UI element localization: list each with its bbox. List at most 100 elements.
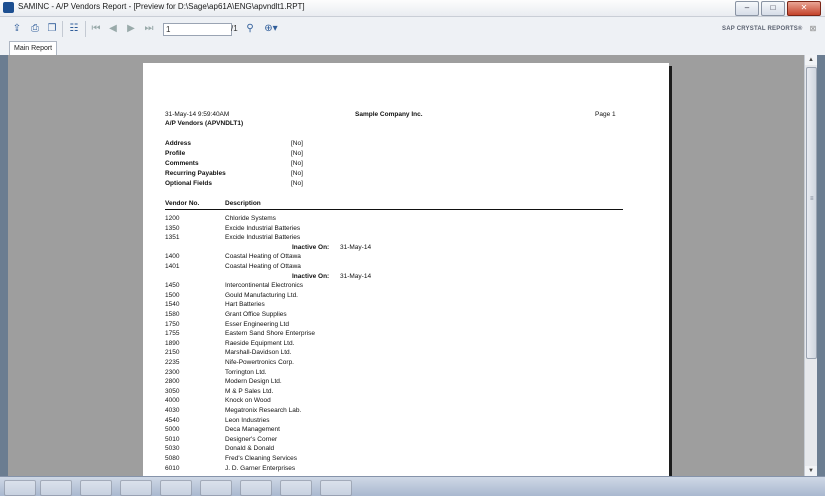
inactive-label: Inactive On:: [292, 243, 330, 251]
inactive-date: 31-May-14: [340, 272, 372, 280]
scroll-up-icon[interactable]: ▲: [805, 55, 817, 65]
close-button[interactable]: ✕: [787, 1, 821, 16]
option-value: [No]: [291, 180, 303, 187]
vendor-number: 5000: [165, 426, 180, 434]
vendor-number: 1890: [165, 339, 180, 347]
vendor-description: Grant Office Supplies: [225, 311, 287, 318]
vendor-description: Coastal Heating of Ottawa: [225, 253, 301, 261]
app-icon: [3, 2, 14, 13]
vendor-number: 1755: [165, 330, 180, 338]
vendor-description: Excide Industrial Batteries: [225, 224, 301, 232]
vendor-number: 4000: [165, 397, 180, 405]
vendor-number: 1500: [165, 291, 180, 299]
vendor-description: Chloride Systems: [225, 215, 276, 222]
vendor-description: Hart Batteries: [225, 301, 265, 309]
vendor-description: Torrington Ltd.: [225, 368, 267, 376]
window-title: SAMINC - A/P Vendors Report - [Preview f…: [18, 2, 305, 11]
option-label: Address: [165, 140, 192, 147]
vendor-description: Modern Design Ltd.: [225, 378, 282, 386]
taskbar-item[interactable]: [4, 480, 36, 496]
page-total: /1: [231, 24, 238, 33]
vendor-description: Gould Manufacturing Ltd.: [225, 291, 298, 299]
option-value: [No]: [291, 160, 303, 167]
zoom-icon[interactable]: ⊕▾: [261, 22, 281, 35]
find-icon[interactable]: ⚲: [243, 22, 257, 35]
report-title: A/P Vendors (APVNDLT1): [165, 120, 244, 127]
first-page-icon[interactable]: ⏮: [89, 22, 103, 35]
vendor-description: Megatronix Research Lab.: [225, 407, 302, 414]
vendor-description: Knock on Wood: [225, 397, 271, 405]
vendor-number: 1401: [165, 263, 180, 270]
vendor-description: Eastern Sand Shore Enterprise: [225, 330, 315, 338]
vendor-description: M & P Sales Ltd.: [225, 387, 274, 395]
vendor-number: 1750: [165, 320, 180, 328]
taskbar-item[interactable]: [320, 480, 352, 496]
vendor-number: 1450: [165, 282, 180, 290]
maximize-button[interactable]: □: [761, 1, 785, 16]
report-datetime: 31-May-14 9:59:40AM: [165, 111, 230, 118]
vendor-description: Raeside Equipment Ltd.: [225, 339, 295, 347]
vendor-description: Esser Engineering Ltd: [225, 320, 289, 328]
option-value: [No]: [291, 140, 303, 147]
vendor-number: 1400: [165, 253, 180, 261]
vendor-description: Nife-Powertronics Corp.: [225, 359, 294, 366]
copy-icon[interactable]: ❐: [45, 22, 59, 35]
taskbar-item[interactable]: [200, 480, 232, 496]
vertical-scrollbar[interactable]: ▲ ≡ ▼: [804, 55, 817, 476]
vendor-number: 4030: [165, 407, 180, 414]
export-icon[interactable]: ⇪: [10, 22, 24, 35]
grip-icon: ≡: [810, 196, 814, 202]
vendor-number: 1351: [165, 234, 180, 242]
vendor-number: 2235: [165, 359, 180, 366]
scroll-thumb[interactable]: ≡: [806, 67, 817, 359]
toolbar: ⇪ ⎙ ❐ ☷ ⏮ ◀ ▶ ⏭ /1 ⚲ ⊕▾ SAP CRYSTAL REPO…: [0, 17, 825, 42]
print-icon[interactable]: ⎙: [28, 22, 42, 35]
taskbar-item[interactable]: [80, 480, 112, 496]
next-page-icon[interactable]: ▶: [124, 22, 138, 35]
vendor-number: 2150: [165, 349, 180, 357]
window-controls: – □ ✕: [735, 1, 821, 16]
page-number-input[interactable]: [163, 23, 232, 36]
toolbar-separator: [62, 21, 63, 37]
vendor-description: Designer's Corner: [225, 435, 278, 443]
taskbar-item[interactable]: [160, 480, 192, 496]
vendor-description: Fred's Cleaning Services: [225, 455, 298, 462]
column-header-vendor-no: Vendor No.: [165, 200, 200, 207]
vendor-number: 5030: [165, 445, 180, 453]
page-indicator: Page 1: [595, 111, 616, 118]
minimize-button[interactable]: –: [735, 1, 759, 16]
taskbar-item[interactable]: [40, 480, 72, 496]
report-viewer[interactable]: 31-May-14 9:59:40AM Sample Company Inc. …: [8, 55, 804, 476]
vendor-description: Marshall-Davidson Ltd.: [225, 349, 292, 357]
brand-logo: SAP CRYSTAL REPORTS®: [722, 26, 803, 32]
vendor-number: 3050: [165, 387, 180, 395]
vendor-number: 2800: [165, 378, 180, 386]
vendor-number: 6010: [165, 464, 180, 472]
option-value: [No]: [291, 150, 303, 157]
group-tree-icon[interactable]: ☷: [67, 22, 81, 35]
option-label: Recurring Payables: [165, 170, 226, 177]
option-value: [No]: [291, 170, 303, 177]
scroll-down-icon[interactable]: ▼: [805, 466, 817, 476]
prev-page-icon[interactable]: ◀: [106, 22, 120, 35]
toolbar-separator: [85, 21, 86, 37]
taskbar-item[interactable]: [280, 480, 312, 496]
vendor-description: J. D. Garner Enterprises: [225, 464, 296, 472]
report-page: 31-May-14 9:59:40AM Sample Company Inc. …: [143, 63, 669, 476]
vendor-number: 1580: [165, 311, 180, 318]
taskbar-item[interactable]: [240, 480, 272, 496]
taskbar-item[interactable]: [120, 480, 152, 496]
vendor-number: 5080: [165, 455, 180, 462]
close-view-icon[interactable]: ⊠: [806, 22, 820, 35]
inactive-date: 31-May-14: [340, 243, 372, 251]
tab-main-report[interactable]: Main Report: [9, 41, 58, 55]
vendor-number: 1200: [165, 215, 180, 222]
vendor-number: 5010: [165, 435, 180, 443]
vendor-description: Deca Management: [225, 426, 280, 434]
vendor-description: Leon Industries: [225, 416, 270, 424]
inactive-label: Inactive On:: [292, 272, 330, 280]
option-label: Optional Fields: [165, 180, 212, 187]
taskbar: [0, 476, 825, 496]
last-page-icon[interactable]: ⏭: [142, 22, 156, 35]
vendor-description: Donald & Donald: [225, 445, 275, 453]
